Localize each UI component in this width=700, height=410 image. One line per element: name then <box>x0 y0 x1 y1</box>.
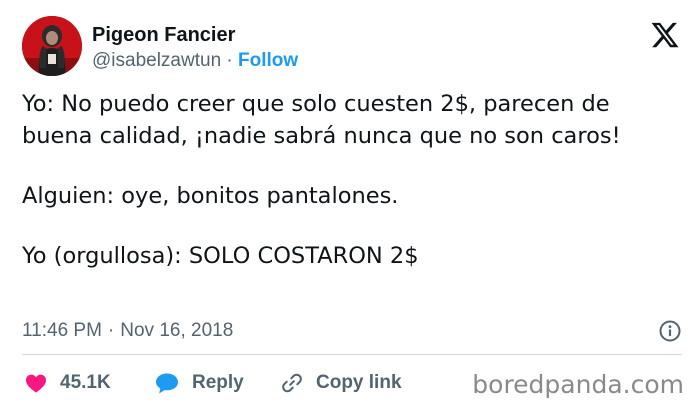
tweet-date[interactable]: Nov 16, 2018 <box>120 320 233 341</box>
link-icon <box>282 373 302 393</box>
handle-separator: · <box>226 50 233 71</box>
tweet-time[interactable]: 11:46 PM <box>22 320 102 341</box>
heart-icon <box>26 374 46 393</box>
tweet-text: Yo: No puedo creer que solo cuesten 2$, … <box>22 88 682 272</box>
author-names: Pigeon Fancier @isabelzawtun · Follow <box>92 22 298 74</box>
copy-link-label: Copy link <box>316 372 402 393</box>
handle[interactable]: @isabelzawtun <box>92 50 221 71</box>
meta-separator: · <box>107 320 115 341</box>
divider <box>22 354 682 355</box>
avatar[interactable] <box>22 16 82 76</box>
tweet-meta: 11:46 PM · Nov 16, 2018 <box>22 316 682 346</box>
tweet-header: Pigeon Fancier @isabelzawtun · Follow <box>22 16 682 76</box>
x-logo-icon[interactable] <box>650 20 680 50</box>
reply-button[interactable]: Reply <box>154 366 244 400</box>
display-name[interactable]: Pigeon Fancier <box>92 22 298 48</box>
reply-label: Reply <box>192 372 244 393</box>
tweet-line: Alguien: oye, bonitos pantalones. <box>22 183 399 209</box>
like-count: 45.1K <box>60 372 111 393</box>
follow-button[interactable]: Follow <box>238 50 298 71</box>
info-icon[interactable] <box>658 319 682 343</box>
handle-row: @isabelzawtun · Follow <box>92 48 298 74</box>
tweet-line: Yo: No puedo creer que solo cuesten 2$, … <box>22 91 610 117</box>
watermark: boredpanda.com <box>472 370 684 399</box>
reply-bubble-icon <box>156 373 178 394</box>
copy-link-button[interactable]: Copy link <box>280 366 402 400</box>
like-button[interactable]: 45.1K <box>24 366 111 400</box>
tweet-line: buena calidad, ¡nadie sabrá nunca que no… <box>22 123 621 149</box>
tweet-line: Yo (orgullosa): SOLO COSTARON 2$ <box>22 243 419 269</box>
avatar-image <box>22 16 82 76</box>
